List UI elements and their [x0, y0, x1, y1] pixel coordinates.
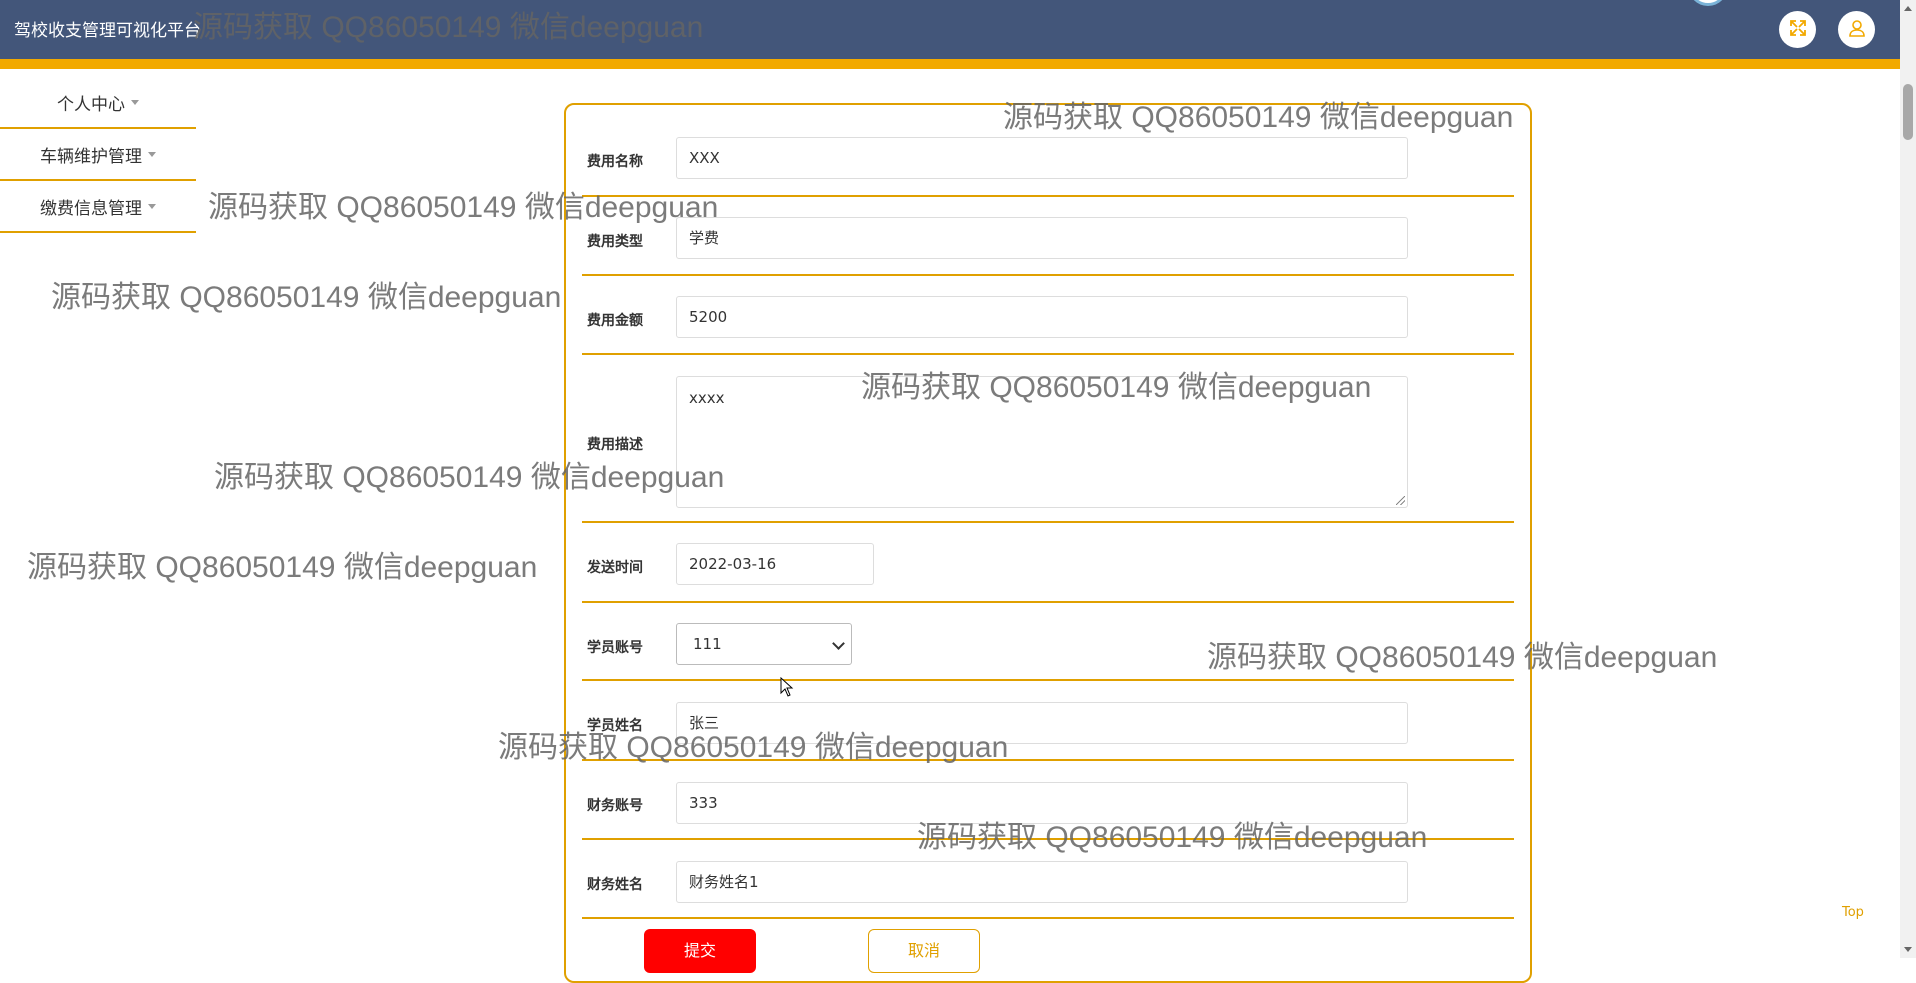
cancel-button[interactable]: 取消: [868, 929, 980, 973]
form-row-fee-amount: 费用金额 5200: [582, 274, 1514, 355]
student-name-input[interactable]: 张三: [676, 702, 1408, 744]
send-time-date-input[interactable]: 2022-03-16: [676, 543, 874, 585]
page-scrollbar[interactable]: [1900, 0, 1916, 958]
form-row-finance-account: 财务账号 333: [582, 759, 1514, 840]
resize-grip-icon[interactable]: [1396, 496, 1405, 505]
form-row-fee-type: 费用类型 学费: [582, 195, 1514, 276]
sidebar: 个人中心 车辆维护管理 缴费信息管理: [0, 78, 196, 234]
caret-down-icon: [148, 204, 156, 209]
fee-description-value: xxxx: [689, 389, 725, 407]
finance-name-input[interactable]: 财务姓名1: [676, 861, 1408, 903]
submit-button[interactable]: 提交: [644, 929, 756, 973]
caret-down-icon: [131, 100, 139, 105]
student-account-select[interactable]: 111: [676, 623, 852, 665]
student-account-selected: 111: [693, 635, 722, 653]
sidebar-item-label: 车辆维护管理: [40, 147, 142, 167]
fullscreen-button[interactable]: [1779, 11, 1816, 48]
fee-amount-input[interactable]: 5200: [676, 296, 1408, 338]
fee-amount-label: 费用金额: [587, 313, 643, 329]
caret-down-icon: [148, 152, 156, 157]
back-to-top-link[interactable]: Top: [1842, 905, 1864, 920]
fee-description-label: 费用描述: [587, 437, 643, 453]
header-accent-stripe: [0, 59, 1900, 69]
avatar[interactable]: [1688, 0, 1728, 6]
finance-name-label: 财务姓名: [587, 877, 643, 893]
form-row-send-time: 发送时间 2022-03-16: [582, 521, 1514, 603]
finance-account-input[interactable]: 333: [676, 782, 1408, 824]
app-title: 驾校收支管理可视化平台: [14, 21, 201, 41]
top-header: 驾校收支管理可视化平台: [0, 0, 1900, 59]
sidebar-item-label: 个人中心: [57, 95, 125, 115]
scroll-up-arrow-icon[interactable]: [1904, 6, 1912, 11]
fee-name-label: 费用名称: [587, 154, 643, 170]
sidebar-item-personal-center[interactable]: 个人中心: [0, 78, 196, 129]
fee-name-input[interactable]: XXX: [676, 137, 1408, 179]
sidebar-item-label: 缴费信息管理: [40, 199, 142, 219]
mouse-cursor-icon: [780, 676, 794, 701]
send-time-label: 发送时间: [587, 560, 643, 576]
finance-account-label: 财务账号: [587, 798, 643, 814]
expand-arrows-icon: [1788, 18, 1808, 42]
form-row-student-account: 学员账号 111: [582, 601, 1514, 681]
form-row-finance-name: 财务姓名 财务姓名1: [582, 838, 1514, 919]
sidebar-item-vehicle-maintenance[interactable]: 车辆维护管理: [0, 130, 196, 181]
student-account-label: 学员账号: [587, 640, 643, 656]
student-name-label: 学员姓名: [587, 718, 643, 734]
watermark: 源码获取 QQ86050149 微信deepguan: [27, 551, 538, 584]
fee-type-label: 费用类型: [587, 234, 643, 250]
scrollbar-thumb[interactable]: [1903, 84, 1913, 140]
chevron-down-icon: [832, 637, 845, 650]
form-row-fee-description: 费用描述 xxxx: [582, 353, 1514, 523]
fee-type-input[interactable]: 学费: [676, 217, 1408, 259]
user-icon: [1847, 18, 1867, 42]
sidebar-item-payment-info[interactable]: 缴费信息管理: [0, 182, 196, 233]
user-button[interactable]: [1838, 11, 1875, 48]
scroll-down-arrow-icon[interactable]: [1904, 947, 1912, 952]
fee-description-textarea[interactable]: xxxx: [676, 376, 1408, 508]
watermark: 源码获取 QQ86050149 微信deepguan: [51, 281, 562, 314]
form-row-student-name: 学员姓名 张三: [582, 679, 1514, 761]
form-row-fee-name: 费用名称 XXX: [582, 115, 1514, 197]
